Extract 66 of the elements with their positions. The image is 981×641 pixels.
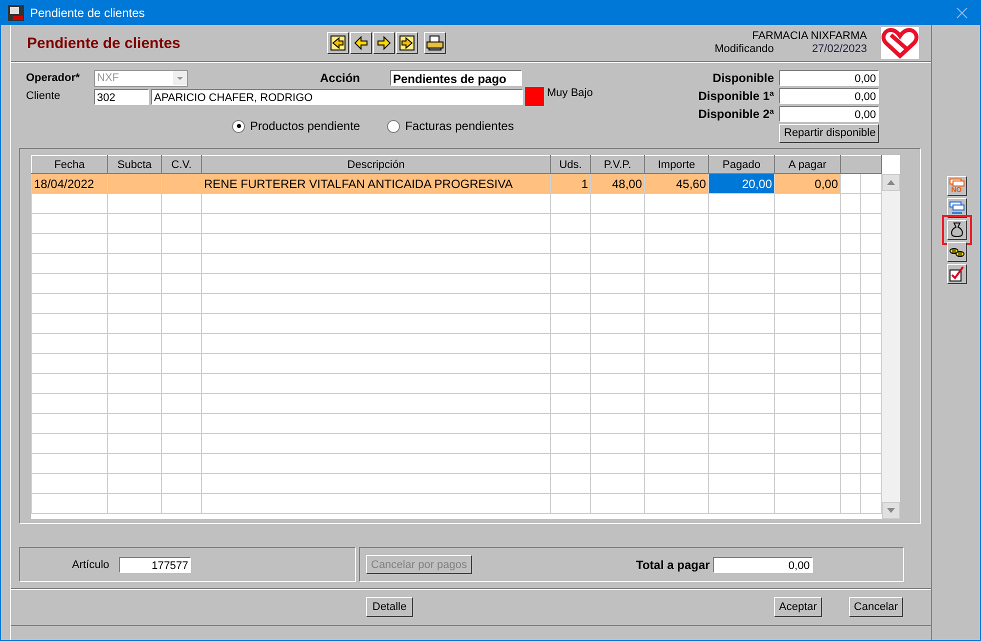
article-label: Artículo — [72, 558, 110, 570]
table-cell: 18/04/2022 — [32, 174, 108, 194]
column-header[interactable]: Importe — [644, 156, 708, 174]
total-field[interactable]: 0,00 — [712, 556, 813, 572]
table-cell: 20,00 — [708, 174, 774, 194]
toolbar-button[interactable] — [946, 242, 966, 262]
radio-label[interactable]: Productos pendiente — [250, 119, 360, 133]
article-field[interactable]: 177577 — [119, 556, 192, 572]
dialog-button[interactable]: Aceptar — [774, 597, 822, 617]
radio-button[interactable] — [387, 120, 400, 132]
available-label: Disponible — [712, 70, 774, 84]
client-label: Cliente — [26, 90, 62, 102]
risk-indicator — [525, 86, 544, 106]
table-cell: 45,60 — [644, 174, 708, 194]
available-label: Disponible 2ª — [697, 106, 774, 120]
detail-button[interactable]: Detalle — [366, 597, 413, 617]
company-name: FARMACIA NIXFARMA — [752, 30, 867, 43]
table-cell: 1 — [550, 174, 590, 194]
mode-label: Modificando — [714, 43, 774, 56]
radio-label[interactable]: Facturas pendientes — [405, 119, 514, 133]
table-cell: RENE FURTERER VITALFAN ANTICAIDA PROGRESIVA — [202, 174, 550, 194]
scroll-down-icon[interactable] — [887, 508, 895, 513]
column-header[interactable]: P.V.P. — [590, 156, 644, 174]
money-bag-icon — [950, 222, 964, 238]
window-title: Pendiente de clientes — [30, 6, 146, 20]
radio-button[interactable] — [232, 120, 245, 132]
last-record-button[interactable] — [396, 32, 418, 54]
available-label: Disponible 1ª — [697, 88, 774, 102]
toolbar-button[interactable] — [946, 198, 966, 218]
column-header[interactable]: Fecha — [32, 156, 108, 174]
chat-icon — [948, 178, 964, 187]
next-button[interactable] — [373, 32, 395, 54]
table-cell: 0,00 — [774, 174, 840, 194]
chat-icon — [948, 201, 964, 215]
vertical-scrollbar[interactable] — [882, 174, 900, 519]
total-label: Total a pagar — [636, 558, 710, 572]
column-header[interactable]: Pagado — [708, 156, 774, 174]
risk-label: Muy Bajo — [547, 87, 593, 99]
client-name-field[interactable]: APARICIO CHAFER, RODRIGO — [151, 88, 523, 104]
column-header[interactable]: A pagar — [774, 156, 840, 174]
operator-label: Operador* — [26, 72, 81, 84]
heart-logo-icon — [881, 27, 919, 59]
table-row[interactable]: 18/04/2022 RENE FURTERER VITALFAN ANTICAIDA PROGRESIVA 1 48,00 45,60 20,00 0,00 — [32, 174, 882, 194]
action-field[interactable]: Pendientes de pago — [390, 70, 522, 86]
available-field[interactable]: 0,00 — [779, 70, 879, 86]
form-title: Pendiente de clientes — [27, 34, 182, 52]
distribute-button[interactable]: Repartir disponible — [779, 124, 879, 142]
action-label: Acción — [320, 71, 362, 85]
table-cell: 48,00 — [590, 174, 644, 194]
column-header[interactable]: Subcta — [108, 156, 162, 174]
dialog-button[interactable]: Cancelar — [848, 597, 903, 617]
available-field[interactable]: 0,00 — [779, 106, 879, 122]
previous-button[interactable] — [350, 32, 372, 54]
column-header[interactable]: Uds. — [550, 156, 590, 174]
scroll-up-icon[interactable] — [887, 180, 895, 185]
column-header[interactable]: C.V. — [162, 156, 202, 174]
app-icon — [8, 4, 24, 20]
toolbar-button[interactable] — [946, 264, 966, 284]
column-header[interactable]: Descripción — [202, 156, 550, 174]
bees-icon — [948, 245, 964, 259]
first-record-button[interactable] — [327, 32, 349, 54]
available-field[interactable]: 0,00 — [779, 88, 879, 104]
client-code-field[interactable]: 302 — [94, 88, 149, 104]
date-label: 27/02/2023 — [812, 43, 867, 56]
print-button[interactable] — [424, 32, 446, 54]
checkbox-icon — [948, 266, 964, 282]
